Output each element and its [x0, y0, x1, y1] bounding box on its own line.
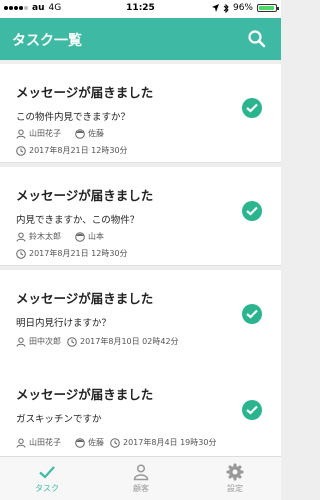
person-icon: [16, 337, 26, 347]
task-sender: 山田花子: [29, 438, 61, 447]
clock-icon: [16, 248, 26, 259]
tab-bar: タスク 顧客 設定: [0, 456, 281, 500]
task-datetime: 2017年8月4日 19時30分: [123, 438, 217, 447]
task-title: メッセージが届きました: [16, 291, 154, 306]
task-done-check-button[interactable]: [242, 201, 262, 221]
status-bar: au 4G 11:25 96%: [0, 0, 281, 18]
task-message: ガスキッチンですか: [16, 414, 102, 425]
person-icon: [16, 232, 26, 242]
battery-percent: 96%: [232, 3, 253, 13]
clock-icon: [16, 145, 26, 156]
battery-icon: [257, 4, 279, 12]
task-card[interactable]: メッセージが届きました 明日内見行けますか？ 田中次郎 2017年8月10日 0…: [0, 270, 281, 369]
gear-icon: [226, 463, 244, 481]
task-title: メッセージが届きました: [16, 387, 154, 402]
check-icon: [246, 103, 258, 113]
person-icon: [16, 129, 26, 139]
task-agent: 山本: [88, 232, 104, 241]
check-icon: [246, 206, 258, 216]
tab-settings[interactable]: 設定: [188, 457, 281, 500]
task-message: 内見できますか、この物件？: [16, 215, 140, 226]
task-message: この物件内見できますか？: [16, 112, 131, 123]
task-agent: 佐藤: [88, 129, 104, 138]
task-sender: 田中次郎: [29, 337, 61, 346]
task-datetime: 2017年8月10日 02時42分: [80, 337, 179, 346]
task-title: メッセージが届きました: [16, 85, 154, 100]
agent-face-icon: [75, 231, 85, 242]
task-card[interactable]: メッセージが届きました ガスキッチンですか 山田花子 佐藤 2017年8月4日 …: [0, 366, 281, 456]
task-done-check-button[interactable]: [242, 304, 262, 324]
task-done-check-button[interactable]: [242, 98, 262, 118]
agent-face-icon: [75, 128, 85, 139]
clock-icon: [110, 437, 120, 448]
task-list: メッセージが届きました この物件内見できますか？ 山田花子 佐藤 2017年8月…: [0, 60, 281, 456]
task-datetime: 2017年8月21日 12時30分: [29, 146, 128, 155]
agent-face-icon: [75, 437, 85, 448]
app-screen: au 4G 11:25 96% タスク一覧 メッセージが届きました この物件内見…: [0, 0, 281, 500]
check-icon: [246, 309, 258, 319]
tab-customers[interactable]: 顧客: [94, 457, 188, 500]
search-icon: [248, 30, 266, 48]
task-agent: 佐藤: [88, 438, 104, 447]
person-icon: [133, 464, 149, 481]
task-card[interactable]: メッセージが届きました 内見できますか、この物件？ 鈴木太郎 山本 2017年8…: [0, 167, 281, 266]
person-icon: [16, 438, 26, 448]
search-button[interactable]: [247, 29, 267, 49]
task-done-check-button[interactable]: [242, 400, 262, 420]
task-title: メッセージが届きました: [16, 188, 154, 203]
tab-label: 顧客: [133, 484, 149, 493]
tab-label: タスク: [35, 484, 59, 493]
check-icon: [246, 405, 258, 415]
tab-label: 設定: [227, 484, 243, 493]
page-title: タスク一覧: [12, 33, 82, 49]
task-sender: 山田花子: [29, 129, 61, 138]
task-datetime: 2017年8月21日 12時30分: [29, 249, 128, 258]
app-header: タスク一覧: [0, 18, 281, 60]
bluetooth-icon: [223, 3, 229, 13]
clock-icon: [67, 336, 77, 347]
task-message: 明日内見行けますか？: [16, 318, 112, 329]
task-sender: 鈴木太郎: [29, 232, 61, 241]
location-icon: [211, 4, 219, 12]
task-card[interactable]: メッセージが届きました この物件内見できますか？ 山田花子 佐藤 2017年8月…: [0, 64, 281, 163]
tab-tasks[interactable]: タスク: [0, 457, 94, 500]
checkmark-icon: [39, 466, 55, 479]
